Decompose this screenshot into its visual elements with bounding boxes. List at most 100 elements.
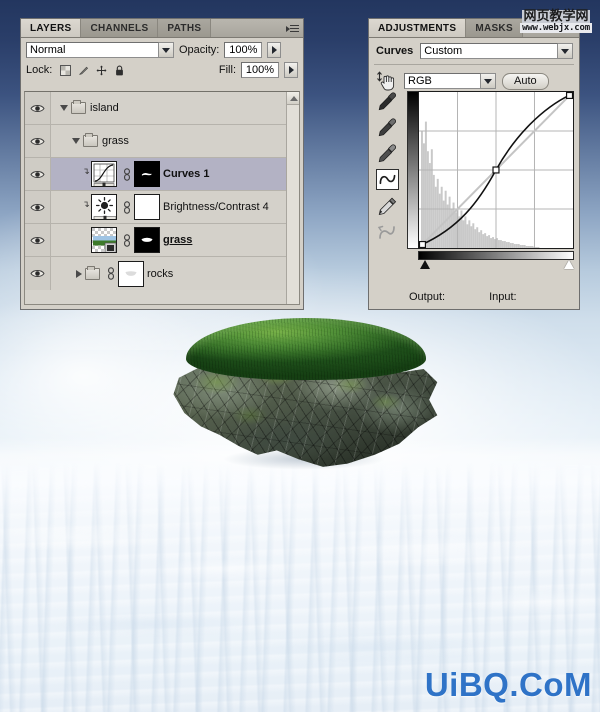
curve-point-mid bbox=[492, 166, 500, 174]
clipping-mask-arrow-icon: ↴ bbox=[82, 198, 90, 209]
visibility-toggle-grass-group[interactable] bbox=[25, 125, 51, 157]
grass-layer-mask-thumbnail[interactable] bbox=[134, 227, 160, 253]
visibility-toggle-curves-1[interactable] bbox=[25, 158, 51, 190]
eye-icon bbox=[30, 170, 45, 178]
output-label: Output: bbox=[409, 291, 446, 303]
curves-graph-svg bbox=[419, 92, 573, 248]
output-gradient-bar bbox=[407, 91, 418, 249]
tab-layers[interactable]: LAYERS bbox=[21, 19, 82, 37]
layer-row-brightness-contrast-4[interactable]: ↴ Brightness/Contrast 4 bbox=[25, 191, 299, 224]
black-white-point-sliders[interactable] bbox=[418, 260, 576, 271]
blend-mode-value: Normal bbox=[26, 42, 159, 58]
panel-menu-icon[interactable] bbox=[286, 23, 299, 34]
input-label: Input: bbox=[489, 291, 517, 303]
lock-image-pixels-brush-icon[interactable] bbox=[78, 65, 89, 76]
link-layers-icon[interactable] bbox=[123, 167, 131, 181]
curves-graph-area bbox=[407, 91, 575, 271]
input-gradient-row bbox=[407, 251, 575, 260]
tab-paths-label: PATHS bbox=[167, 22, 202, 34]
lock-transparent-pixels-icon[interactable] bbox=[60, 64, 72, 76]
preset-value: Custom bbox=[420, 43, 558, 59]
adjustments-panel: ADJUSTMENTS MASKS Curves Custom RGB Auto… bbox=[368, 18, 580, 310]
folder-icon bbox=[85, 265, 100, 280]
watermark-top-url: www.webjx.com bbox=[520, 22, 592, 33]
link-layers-icon[interactable] bbox=[123, 233, 131, 247]
output-input-labels: Output: Input: bbox=[409, 291, 517, 303]
curves-adjustment-thumbnail[interactable] bbox=[91, 161, 117, 187]
black-point-slider[interactable] bbox=[420, 260, 430, 269]
brightness-contrast-layer-mask-thumbnail[interactable] bbox=[134, 194, 160, 220]
tab-channels-label: CHANNELS bbox=[90, 22, 149, 34]
fill-slider-button[interactable] bbox=[284, 62, 298, 78]
white-point-slider[interactable] bbox=[564, 260, 574, 269]
tab-adjustments[interactable]: ADJUSTMENTS bbox=[369, 19, 467, 37]
lock-all-padlock-icon[interactable] bbox=[114, 65, 125, 76]
channel-select[interactable]: RGB bbox=[404, 73, 496, 89]
target-adjustment-hand-icon[interactable] bbox=[376, 71, 398, 91]
layer-name-curves-1: Curves 1 bbox=[163, 168, 210, 180]
tab-masks[interactable]: MASKS bbox=[466, 19, 523, 37]
preset-select[interactable]: Custom bbox=[420, 43, 573, 59]
auto-button[interactable]: Auto bbox=[502, 72, 549, 90]
layer-list-scrollbar[interactable] bbox=[286, 92, 299, 304]
rocks-group-mask-thumbnail[interactable] bbox=[118, 260, 144, 287]
curve-edit-glyph bbox=[379, 174, 395, 185]
tab-adjustments-label: ADJUSTMENTS bbox=[378, 22, 457, 34]
clipping-mask-arrow-icon: ↴ bbox=[82, 165, 90, 176]
fill-label: Fill: bbox=[218, 64, 236, 76]
layer-row-rocks[interactable]: rocks bbox=[25, 257, 299, 290]
brightness-contrast-adjustment-thumbnail[interactable] bbox=[91, 194, 117, 220]
layer-row-island[interactable]: island bbox=[25, 92, 299, 125]
watermark-top-chinese: 网页教学网 bbox=[522, 8, 590, 24]
smooth-curve-icon[interactable] bbox=[376, 222, 398, 242]
layer-name-rocks: rocks bbox=[147, 267, 174, 280]
scroll-up-icon[interactable] bbox=[287, 92, 299, 105]
eye-icon bbox=[30, 137, 45, 145]
grass-layer-thumbnail[interactable] bbox=[91, 227, 117, 253]
pencil-draw-icon[interactable] bbox=[376, 196, 398, 216]
layer-row-curves-1[interactable]: ↴ Curves 1 bbox=[25, 158, 299, 191]
blend-mode-select[interactable]: Normal bbox=[26, 42, 174, 58]
disclosure-triangle-rocks[interactable] bbox=[76, 269, 82, 278]
link-layers-icon[interactable] bbox=[123, 200, 131, 214]
lock-row: Lock: Fill: 100% bbox=[21, 60, 303, 82]
eye-icon bbox=[30, 104, 45, 112]
eyedropper-black-point-icon[interactable] bbox=[376, 91, 398, 111]
lock-position-move-icon[interactable] bbox=[96, 65, 107, 76]
layer-row-grass[interactable]: grass bbox=[25, 224, 299, 257]
layer-name-grass-group: grass bbox=[102, 135, 129, 147]
layer-row-grass-group[interactable]: grass bbox=[25, 125, 299, 158]
disclosure-triangle-grass-group[interactable] bbox=[72, 138, 80, 144]
eyedropper-gray-point-icon[interactable] bbox=[376, 117, 398, 137]
curves-graph[interactable] bbox=[418, 91, 574, 249]
preset-row: Curves Custom bbox=[369, 38, 579, 63]
layers-panel: LAYERS CHANNELS PATHS Normal Opacity: 10… bbox=[20, 18, 304, 310]
visibility-toggle-brightness-contrast-4[interactable] bbox=[25, 191, 51, 223]
visibility-toggle-rocks[interactable] bbox=[25, 257, 51, 290]
eye-icon bbox=[30, 236, 45, 244]
link-layers-icon[interactable] bbox=[107, 267, 115, 280]
opacity-input[interactable]: 100% bbox=[224, 42, 263, 58]
curve-point-white bbox=[565, 92, 573, 100]
tab-masks-label: MASKS bbox=[475, 22, 513, 34]
chevron-down-icon bbox=[481, 73, 496, 89]
watermark-top: 网页教学网 www.webjx.com bbox=[517, 9, 595, 33]
floating-island bbox=[168, 318, 440, 474]
tab-paths[interactable]: PATHS bbox=[158, 19, 212, 37]
chevron-down-icon bbox=[159, 42, 174, 58]
layer-name-grass: grass bbox=[163, 234, 193, 246]
curves-layer-mask-thumbnail[interactable] bbox=[134, 161, 160, 187]
curve-edit-icon[interactable] bbox=[375, 169, 399, 190]
channel-value: RGB bbox=[404, 73, 481, 89]
tab-channels[interactable]: CHANNELS bbox=[81, 19, 159, 37]
adjustment-title: Curves bbox=[376, 45, 414, 57]
visibility-toggle-grass[interactable] bbox=[25, 224, 51, 256]
eyedropper-white-point-icon[interactable] bbox=[376, 143, 398, 163]
disclosure-triangle-island[interactable] bbox=[60, 105, 68, 111]
eye-icon bbox=[30, 270, 45, 277]
visibility-toggle-island[interactable] bbox=[25, 92, 51, 124]
opacity-slider-button[interactable] bbox=[267, 42, 282, 58]
chevron-down-icon bbox=[558, 43, 573, 59]
opacity-label: Opacity: bbox=[179, 44, 220, 56]
fill-input[interactable]: 100% bbox=[241, 62, 279, 78]
